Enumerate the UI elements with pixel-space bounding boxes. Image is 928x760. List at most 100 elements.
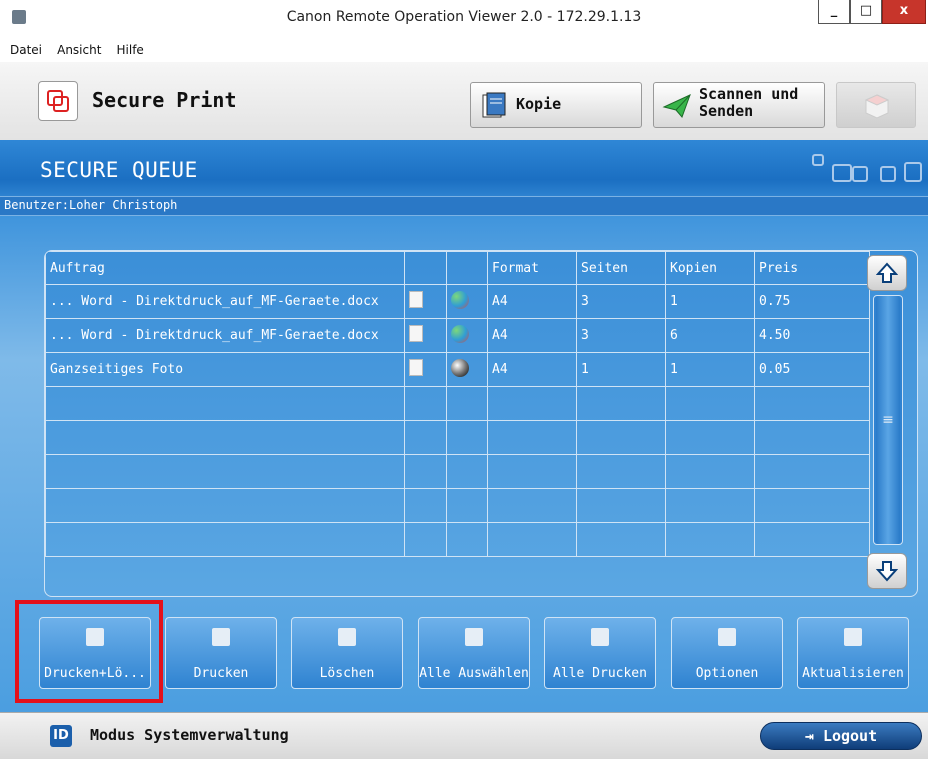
print-all-button[interactable]: Alle Drucken <box>544 617 656 689</box>
color-print-icon <box>451 324 469 343</box>
select-all-icon <box>465 628 483 646</box>
job-table-container: Auftrag Format Seiten Kopien Preis ... W… <box>44 250 918 597</box>
table-row-empty <box>45 454 870 489</box>
delete-button[interactable]: Löschen <box>291 617 403 689</box>
col-format[interactable]: Format <box>487 251 577 285</box>
cell-format: A4 <box>487 352 577 387</box>
decor-square-icon <box>832 164 852 182</box>
table-row[interactable]: ... Word - Direktdruck_auf_MF-Geraete.do… <box>45 318 870 353</box>
table-row-empty <box>45 488 870 523</box>
cell-doc <box>404 284 447 319</box>
minimize-button[interactable]: _ <box>818 0 850 24</box>
color-print-icon <box>451 290 469 309</box>
scroll-track[interactable]: ≡ <box>873 295 903 545</box>
user-bar: Benutzer:Loher Christoph <box>0 196 928 216</box>
cell-kopien: 1 <box>665 352 755 387</box>
cell-kopien: 6 <box>665 318 755 353</box>
menu-datei[interactable]: Datei <box>10 43 42 57</box>
queue-title: SECURE QUEUE <box>40 158 198 182</box>
table-header-row: Auftrag Format Seiten Kopien Preis <box>45 251 870 285</box>
print-all-label: Alle Drucken <box>553 666 647 681</box>
delete-icon <box>338 628 356 646</box>
document-icon <box>409 325 423 342</box>
arrow-down-icon <box>875 561 899 582</box>
print-all-icon <box>591 628 609 646</box>
id-icon: ID <box>50 725 72 747</box>
cell-seiten: 3 <box>576 318 666 353</box>
cell-format: A4 <box>487 284 577 319</box>
cell-color <box>446 318 488 353</box>
scroll-up-button[interactable] <box>867 255 907 291</box>
footer-bar: ID Modus Systemverwaltung ⇥ Logout <box>0 712 928 759</box>
scan-label-line-2: Senden <box>699 102 754 120</box>
window-titlebar: Canon Remote Operation Viewer 2.0 - 172.… <box>0 0 928 39</box>
document-icon <box>409 359 423 376</box>
job-table: Auftrag Format Seiten Kopien Preis ... W… <box>45 251 870 557</box>
col-seiten[interactable]: Seiten <box>576 251 666 285</box>
menu-hilfe[interactable]: Hilfe <box>117 43 144 57</box>
maximize-button[interactable]: □ <box>850 0 882 24</box>
menu-ansicht[interactable]: Ansicht <box>57 43 101 57</box>
decor-square-icon <box>852 166 868 182</box>
table-row[interactable]: Ganzseitiges Foto A4 1 1 0.05 <box>45 352 870 387</box>
disabled-box-button[interactable] <box>836 82 916 128</box>
bw-print-icon <box>451 358 469 377</box>
user-label: Benutzer:Loher Christoph <box>4 198 178 212</box>
delete-label: Löschen <box>319 666 375 681</box>
col-color <box>446 251 488 285</box>
arrow-up-icon <box>875 262 899 283</box>
cell-preis: 0.75 <box>754 284 870 319</box>
cell-color <box>446 284 488 319</box>
cell-seiten: 3 <box>576 284 666 319</box>
cell-auftrag: Ganzseitiges Foto <box>45 352 405 387</box>
decor-square-icon <box>812 154 824 166</box>
col-preis[interactable]: Preis <box>754 251 870 285</box>
kopie-button[interactable]: Kopie <box>470 82 642 128</box>
table-row-empty <box>45 522 870 557</box>
secure-queue-panel: SECURE QUEUE Benutzer:Loher Christoph Au… <box>0 140 928 712</box>
page-title: Secure Print <box>92 88 237 112</box>
cell-seiten: 1 <box>576 352 666 387</box>
highlight-box <box>15 600 163 703</box>
cell-format: A4 <box>487 318 577 353</box>
col-doc <box>404 251 447 285</box>
close-button[interactable]: x <box>882 0 926 24</box>
cell-doc <box>404 318 447 353</box>
mode-label: Modus Systemverwaltung <box>90 726 289 744</box>
decor-square-icon <box>880 166 896 182</box>
table-row[interactable]: ... Word - Direktdruck_auf_MF-Geraete.do… <box>45 284 870 319</box>
decor-square-icon <box>904 162 922 182</box>
menu-bar: Datei Ansicht Hilfe <box>0 38 928 62</box>
refresh-button[interactable]: Aktualisieren <box>797 617 909 689</box>
scan-label-line-1: Scannen und <box>699 85 799 103</box>
scan-send-label: Scannen und Senden <box>699 86 798 120</box>
kopie-label: Kopie <box>516 95 562 113</box>
refresh-label: Aktualisieren <box>802 666 904 681</box>
print-label: Drucken <box>193 666 249 681</box>
cell-auftrag: ... Word - Direktdruck_auf_MF-Geraete.do… <box>45 284 405 319</box>
scroll-down-button[interactable] <box>867 553 907 589</box>
cell-preis: 4.50 <box>754 318 870 353</box>
logout-label: Logout <box>822 727 878 745</box>
col-kopien[interactable]: Kopien <box>665 251 755 285</box>
scan-send-button[interactable]: Scannen und Senden <box>653 82 825 128</box>
refresh-icon <box>844 628 862 646</box>
logout-icon: ⇥ <box>804 727 823 745</box>
select-all-label: Alle Auswählen <box>419 666 529 681</box>
select-all-button[interactable]: Alle Auswählen <box>418 617 530 689</box>
window-title: Canon Remote Operation Viewer 2.0 - 172.… <box>286 9 642 25</box>
logout-button[interactable]: ⇥ Logout <box>760 722 922 750</box>
table-scrollbar[interactable]: ≡ <box>855 251 917 596</box>
options-button[interactable]: Optionen <box>671 617 783 689</box>
box-icon <box>864 94 890 119</box>
table-row-empty <box>45 386 870 421</box>
cell-color <box>446 352 488 387</box>
paper-plane-icon <box>662 94 691 118</box>
print-button[interactable]: Drucken <box>165 617 277 689</box>
cell-kopien: 1 <box>665 284 755 319</box>
cell-doc <box>404 352 447 387</box>
col-auftrag[interactable]: Auftrag <box>45 251 405 285</box>
options-label: Optionen <box>695 666 759 681</box>
scroll-thumb[interactable]: ≡ <box>876 296 900 544</box>
cell-preis: 0.05 <box>754 352 870 387</box>
